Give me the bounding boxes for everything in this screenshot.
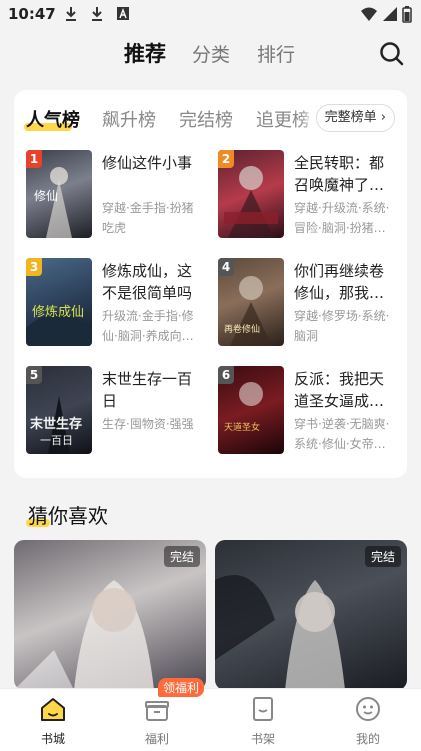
signal-icon (383, 7, 397, 21)
text-app-icon (117, 7, 129, 20)
book-item[interactable]: 修炼成仙 3 修炼成仙，这不是很简单吗 升级流·金手指·修仙·脑洞·养成向… (26, 258, 214, 350)
section-title: 猜你喜欢 (26, 504, 108, 528)
battery-icon (402, 6, 412, 23)
rank-badge: 5 (26, 366, 42, 384)
book-cover: 修仙 1 (26, 150, 92, 238)
nav-bookshelf[interactable]: 书架 (223, 695, 303, 747)
welfare-badge: 领福利 (158, 678, 205, 697)
download-icon (92, 7, 102, 21)
rank-badge: 3 (26, 258, 42, 276)
rank-tab-updating[interactable]: 追更榜 (256, 106, 310, 132)
rank-badge: 4 (218, 258, 234, 276)
svg-text:天道圣女: 天道圣女 (224, 421, 260, 433)
nav-bookstore[interactable]: 书城 (13, 695, 93, 747)
svg-text:一百日: 一百日 (40, 434, 73, 447)
recommend-card[interactable]: 完结 (215, 540, 407, 690)
rank-badge: 2 (218, 150, 234, 168)
rank-tab-completed[interactable]: 完结榜 (179, 106, 233, 132)
book-cover: 2 (218, 150, 284, 238)
full-ranking-button[interactable]: 完整榜单 › (315, 104, 395, 132)
book-title: 反派：我把天道圣女逼成… (294, 370, 385, 410)
book-tags: 穿越·金手指·扮猪吃虎 (102, 201, 194, 235)
ranking-card: 人气榜 飙升榜 完结榜 追更榜 完整榜单 › 修仙 1 修仙这件小事 穿越·金手… (14, 90, 407, 478)
nav-label: 书城 (40, 732, 65, 746)
nav-label: 福利 (144, 732, 169, 746)
book-title: 全民转职：都召唤魔神了… (294, 154, 385, 194)
nav-label: 我的 (355, 732, 380, 746)
ranking-tabs: 人气榜 飙升榜 完结榜 追更榜 完整榜单 › (14, 90, 407, 142)
book-tags: 升级流·金手指·修仙·脑洞·养成向… (102, 309, 194, 343)
book-title: 修炼成仙，这不是很简单吗 (102, 262, 193, 302)
book-title: 你们再继续卷修仙，那我… (294, 262, 385, 302)
chevron-right-icon: › (380, 110, 386, 125)
book-title: 末世生存一百日 (102, 370, 193, 410)
bottom-nav: 书城 福利 书架 我的 (0, 688, 421, 751)
book-item[interactable]: 修仙 1 修仙这件小事 穿越·金手指·扮猪吃虎 (26, 150, 214, 242)
nav-profile[interactable]: 我的 (328, 695, 408, 747)
svg-text:末世生存: 末世生存 (29, 416, 82, 432)
book-item[interactable]: 天道圣女 6 反派：我把天道圣女逼成… 穿书·逆袭·无脑爽·系统·修仙·女帝… (218, 366, 406, 458)
status-bar: 10:47 (0, 0, 421, 28)
home-icon (41, 698, 65, 721)
tab-ranking[interactable]: 排行 (257, 40, 295, 67)
top-nav: 推荐 分类 排行 (0, 28, 421, 80)
gift-icon (145, 701, 169, 721)
svg-text:修炼成仙: 修炼成仙 (32, 305, 84, 320)
profile-icon (356, 697, 380, 721)
download-icon (66, 7, 76, 21)
recommend-card[interactable]: 完结 (14, 540, 206, 690)
nav-label: 书架 (250, 732, 275, 746)
book-title: 修仙这件小事 (102, 154, 193, 172)
tab-recommend[interactable]: 推荐 (124, 38, 166, 68)
wifi-icon (361, 7, 377, 21)
book-cover: 天道圣女 6 (218, 366, 284, 454)
book-item[interactable]: 2 全民转职：都召唤魔神了… 穿越·升级流·系统·冒险·脑洞·扮猪… (218, 150, 406, 242)
book-tags: 穿越·升级流·系统·冒险·脑洞·扮猪… (294, 201, 390, 235)
svg-text:修仙: 修仙 (34, 188, 58, 203)
rank-tab-rising[interactable]: 飙升榜 (102, 106, 156, 132)
book-item[interactable]: 末世生存 一百日 5 末世生存一百日 生存·囤物资·强强 (26, 366, 214, 458)
rank-badge: 1 (26, 150, 42, 168)
completed-badge: 完结 (163, 546, 200, 567)
book-tags: 生存·囤物资·强强 (102, 417, 194, 431)
rank-badge: 6 (218, 366, 234, 384)
book-cover: 再卷修仙 4 (218, 258, 284, 346)
book-tags: 穿越·修罗场·系统·脑洞 (294, 309, 390, 343)
search-icon[interactable] (379, 41, 405, 67)
bookshelf-icon (253, 697, 273, 721)
book-cover: 末世生存一百日 5 (26, 366, 92, 454)
status-time: 10:47 (8, 5, 56, 23)
nav-welfare[interactable]: 福利 (117, 695, 197, 747)
book-tags: 穿书·逆袭·无脑爽·系统·修仙·女帝… (294, 417, 390, 451)
svg-text:再卷修仙: 再卷修仙 (224, 323, 260, 335)
book-cover: 修炼成仙 3 (26, 258, 92, 346)
book-item[interactable]: 再卷修仙 4 你们再继续卷修仙，那我… 穿越·修罗场·系统·脑洞 (218, 258, 406, 350)
completed-badge: 完结 (364, 546, 401, 567)
rank-tab-popular[interactable]: 人气榜 (24, 106, 80, 132)
tab-category[interactable]: 分类 (192, 40, 230, 67)
